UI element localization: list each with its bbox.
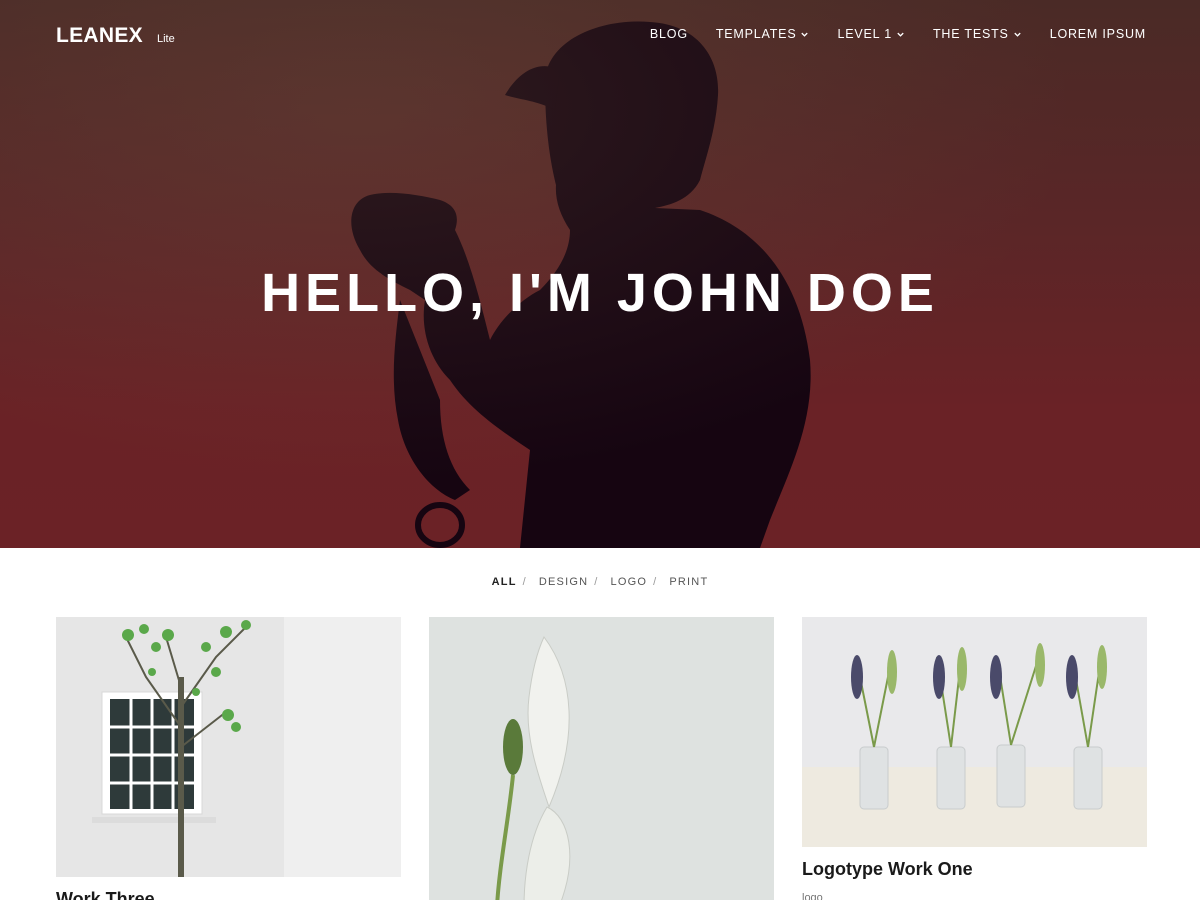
top-navbar: LEANEX Lite BLOG TEMPLATES LEVEL 1 THE T… [0, 0, 1200, 70]
lavender-vases-image [802, 617, 1147, 847]
chevron-down-icon [897, 32, 904, 37]
portfolio-card-category[interactable]: logo [802, 892, 1147, 900]
filter-all[interactable]: ALL [492, 576, 517, 588]
nav-item-label: TEMPLATES [715, 27, 797, 41]
main-menu: BLOG TEMPLATES LEVEL 1 THE TESTS LOREM I… [650, 27, 1146, 41]
portfolio-image-white-flower[interactable] [429, 617, 774, 900]
brand-name[interactable]: LEANEX [56, 24, 143, 48]
nav-item-level-1[interactable]: LEVEL 1 [837, 27, 904, 41]
nav-item-label: BLOG [649, 27, 688, 41]
portfolio-image-lavender-vases[interactable] [802, 617, 1147, 847]
hero-title: HELLO, I'M JOHN DOE [261, 263, 939, 323]
filter-print[interactable]: PRINT [669, 576, 708, 588]
filter-separator: / [522, 576, 527, 588]
portfolio-card[interactable]: Work Three [56, 617, 401, 900]
filter-separator: / [594, 576, 599, 588]
portfolio-card[interactable]: Logotype Work One logo [802, 617, 1147, 900]
filter-separator: / [653, 576, 658, 588]
tree-window-image [56, 617, 401, 877]
brand-tag: Lite [156, 33, 175, 45]
nav-item-blog[interactable]: BLOG [650, 27, 688, 41]
filter-design[interactable]: DESIGN [539, 576, 588, 588]
portfolio-card[interactable] [429, 617, 774, 900]
portfolio-card-title[interactable]: Work Three [56, 889, 401, 900]
brand[interactable]: LEANEX Lite [56, 24, 175, 48]
chevron-down-icon [801, 32, 809, 37]
nav-item-label: THE TESTS [932, 27, 1009, 41]
hero-section: LEANEX Lite BLOG TEMPLATES LEVEL 1 THE T… [0, 0, 1200, 548]
nav-item-label: LOREM IPSUM [1049, 27, 1146, 41]
nav-item-the-tests[interactable]: THE TESTS [933, 27, 1022, 41]
white-flower-image [429, 617, 774, 900]
portfolio-card-title[interactable]: Logotype Work One [802, 859, 1147, 880]
filter-logo[interactable]: LOGO [611, 576, 648, 588]
chevron-down-icon [1014, 32, 1021, 37]
nav-item-lorem-ipsum[interactable]: LOREM IPSUM [1050, 27, 1146, 41]
nav-item-templates[interactable]: TEMPLATES [716, 27, 810, 41]
portfolio-filters: ALL / DESIGN / LOGO / PRINT [0, 576, 1200, 588]
nav-item-label: LEVEL 1 [837, 27, 892, 41]
portfolio-image-tree-window[interactable] [56, 617, 401, 877]
